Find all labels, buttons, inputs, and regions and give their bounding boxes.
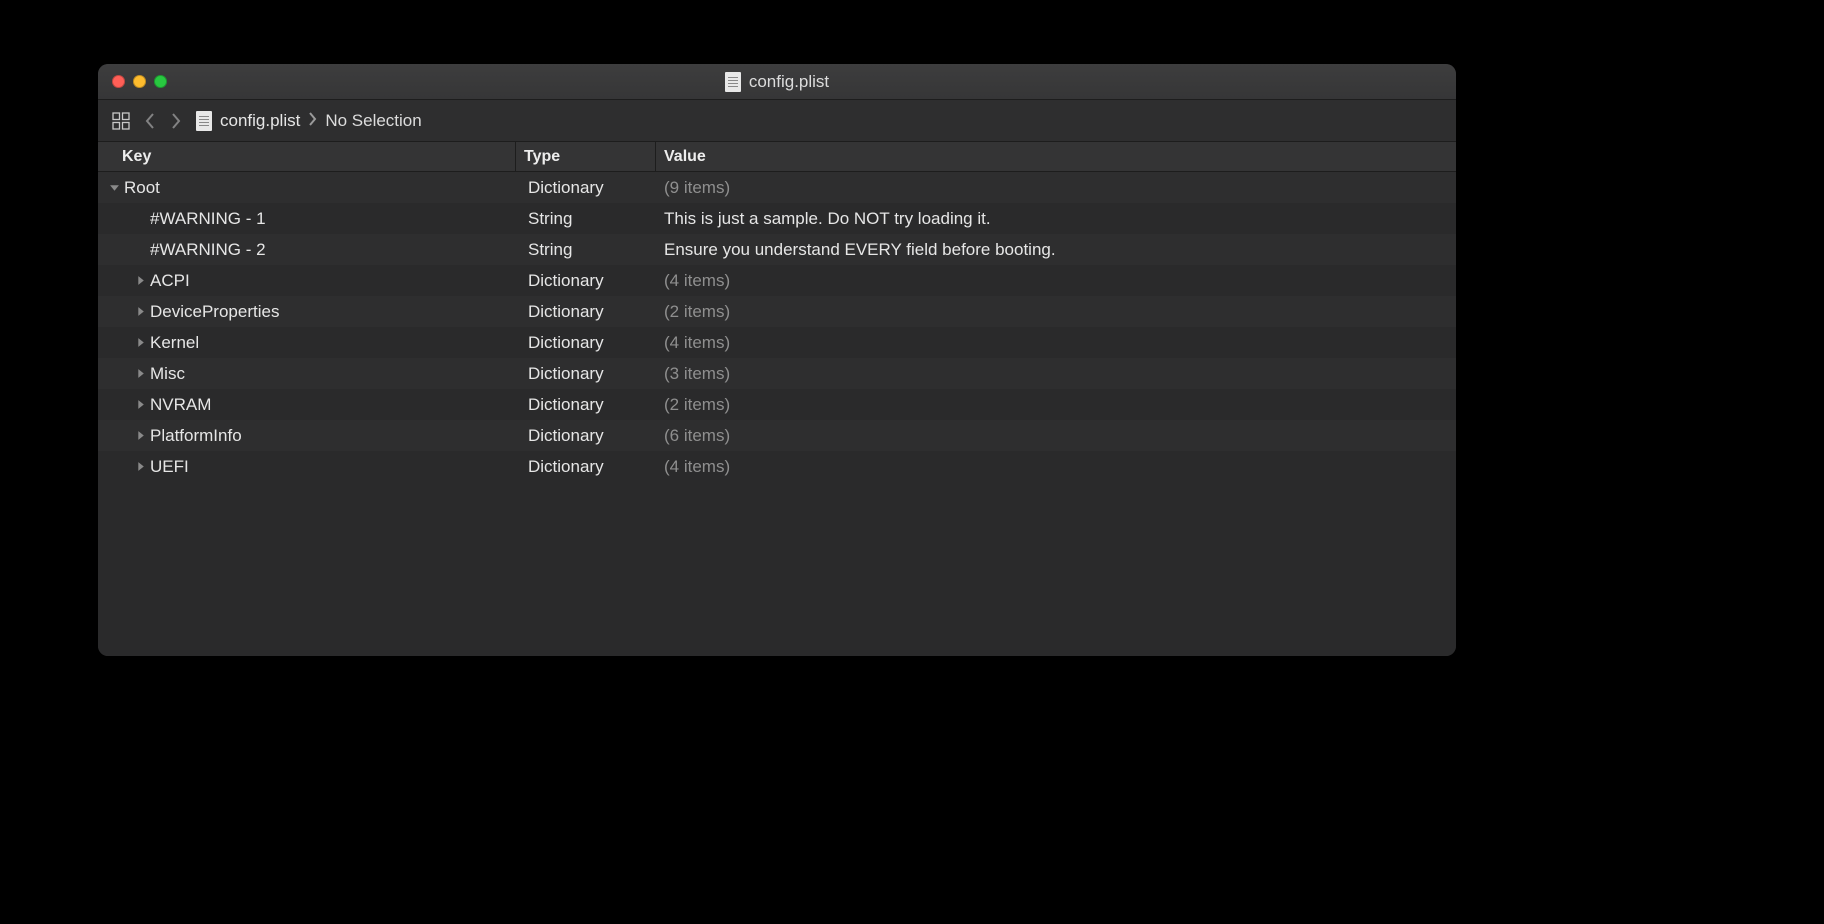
- minimize-window-button[interactable]: [133, 75, 146, 88]
- plist-type[interactable]: Dictionary: [516, 451, 656, 482]
- zoom-window-button[interactable]: [154, 75, 167, 88]
- plist-value: (9 items): [656, 172, 1456, 203]
- nav-forward-button[interactable]: [170, 112, 182, 130]
- plist-value: (4 items): [656, 265, 1456, 296]
- table-row[interactable]: Misc Dictionary(3 items): [98, 358, 1456, 389]
- disclosure-triangle-icon[interactable]: [134, 337, 146, 349]
- plist-key[interactable]: #WARNING - 2: [150, 240, 266, 260]
- breadcrumb-file[interactable]: config.plist: [220, 111, 300, 131]
- plist-key[interactable]: NVRAM: [150, 395, 211, 415]
- plist-type[interactable]: Dictionary: [516, 420, 656, 451]
- plist-value: (6 items): [656, 420, 1456, 451]
- table-row[interactable]: #WARNING - 1 StringThis is just a sample.…: [98, 203, 1456, 234]
- plist-key[interactable]: PlatformInfo: [150, 426, 242, 446]
- plist-type[interactable]: String: [516, 203, 656, 234]
- table-row[interactable]: PlatformInfo Dictionary(6 items): [98, 420, 1456, 451]
- plist-type[interactable]: Dictionary: [516, 327, 656, 358]
- plist-value: (2 items): [656, 296, 1456, 327]
- window-title-text: config.plist: [749, 72, 829, 92]
- plist-key[interactable]: DeviceProperties: [150, 302, 279, 322]
- table-row[interactable]: NVRAM Dictionary(2 items): [98, 389, 1456, 420]
- column-header-value[interactable]: Value: [656, 142, 1456, 171]
- plist-key[interactable]: #WARNING - 1: [150, 209, 266, 229]
- plist-key[interactable]: Root: [124, 178, 160, 198]
- close-window-button[interactable]: [112, 75, 125, 88]
- disclosure-triangle-icon[interactable]: [134, 306, 146, 318]
- plist-type[interactable]: Dictionary: [516, 296, 656, 327]
- plist-value: (2 items): [656, 389, 1456, 420]
- related-items-button[interactable]: [112, 112, 130, 130]
- plist-key[interactable]: Kernel: [150, 333, 199, 353]
- toolbar: config.plist No Selection: [98, 100, 1456, 142]
- disclosure-triangle-icon[interactable]: [134, 368, 146, 380]
- plist-key[interactable]: ACPI: [150, 271, 190, 291]
- disclosure-triangle-icon[interactable]: [134, 275, 146, 287]
- disclosure-triangle-icon[interactable]: [108, 182, 120, 194]
- column-header-key[interactable]: Key: [98, 142, 516, 171]
- plist-value: (4 items): [656, 327, 1456, 358]
- chevron-right-icon: [308, 111, 317, 131]
- document-icon: [725, 72, 741, 92]
- plist-value: (4 items): [656, 451, 1456, 482]
- plist-key[interactable]: Misc: [150, 364, 185, 384]
- document-icon: [196, 111, 212, 131]
- disclosure-triangle-icon[interactable]: [134, 399, 146, 411]
- plist-value: (3 items): [656, 358, 1456, 389]
- breadcrumb: config.plist No Selection: [196, 111, 422, 131]
- disclosure-triangle-icon[interactable]: [134, 461, 146, 473]
- table-body: RootDictionary(9 items)#WARNING - 1Strin…: [98, 172, 1456, 656]
- titlebar: config.plist: [98, 64, 1456, 100]
- nav-back-button[interactable]: [144, 112, 156, 130]
- table-row[interactable]: Root Dictionary(9 items): [98, 172, 1456, 203]
- plist-value[interactable]: Ensure you understand EVERY field before…: [656, 234, 1456, 265]
- plist-type[interactable]: String: [516, 234, 656, 265]
- table-row[interactable]: ACPI Dictionary(4 items): [98, 265, 1456, 296]
- plist-value[interactable]: This is just a sample. Do NOT try loadin…: [656, 203, 1456, 234]
- disclosure-triangle-icon[interactable]: [134, 430, 146, 442]
- table-row[interactable]: #WARNING - 2 StringEnsure you understand …: [98, 234, 1456, 265]
- plist-type[interactable]: Dictionary: [516, 389, 656, 420]
- plist-type[interactable]: Dictionary: [516, 265, 656, 296]
- plist-type[interactable]: Dictionary: [516, 358, 656, 389]
- breadcrumb-selection: No Selection: [325, 111, 421, 131]
- plist-key[interactable]: UEFI: [150, 457, 189, 477]
- window-title: config.plist: [98, 72, 1456, 92]
- table-row[interactable]: Kernel Dictionary(4 items): [98, 327, 1456, 358]
- plist-type[interactable]: Dictionary: [516, 172, 656, 203]
- table-header: Key Type Value: [98, 142, 1456, 172]
- editor-window: config.plist config.plist No Selection K…: [98, 64, 1456, 656]
- column-header-type[interactable]: Type: [516, 142, 656, 171]
- table-row[interactable]: UEFI Dictionary(4 items): [98, 451, 1456, 482]
- table-row[interactable]: DeviceProperties Dictionary(2 items): [98, 296, 1456, 327]
- traffic-lights: [112, 75, 167, 88]
